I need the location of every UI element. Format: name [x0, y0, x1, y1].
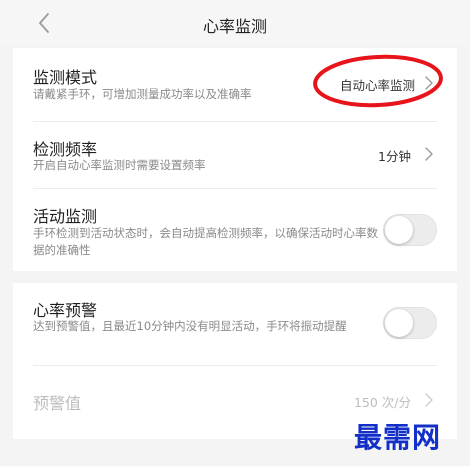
chevron-right-icon: [425, 393, 433, 407]
threshold-title: 预警值: [33, 394, 82, 413]
divider: [33, 121, 437, 122]
mode-title: 监测模式: [33, 68, 98, 87]
toggle-knob: [385, 216, 413, 244]
watermark-logo: 最需网: [354, 421, 442, 454]
activity-row: 活动监测 手环检测到活动状态时，会自动提高检测频率，以确保活动时心率数据的准确性: [13, 189, 457, 271]
frequency-description: 开启自动心率监测时需要设置频率: [33, 158, 206, 172]
page-title: 心率监测: [202, 17, 267, 36]
toggle-knob: [385, 309, 413, 337]
activity-toggle[interactable]: [383, 214, 437, 246]
chevron-right-icon: [425, 147, 433, 161]
nav-bar: 心率监测: [0, 0, 470, 46]
threshold-value: 150 次/分: [353, 395, 411, 410]
activity-description: 手环检测到活动状态时，会自动提高检测频率，以确保活动时心率数据的准确性: [33, 226, 378, 257]
red-ellipse-annotation: [313, 54, 443, 108]
frequency-row[interactable]: 检测频率 开启自动心率监测时需要设置频率 1分钟: [13, 123, 457, 187]
alert-row: 心率预警 达到预警值，且最近10分钟内没有明显活动，手环将振动提醒: [13, 283, 457, 365]
alert-description: 达到预警值，且最近10分钟内没有明显活动，手环将振动提醒: [33, 319, 347, 333]
mode-description: 请戴紧手环，可增加测量成功率以及准确率: [33, 87, 252, 101]
frequency-value: 1分钟: [378, 149, 411, 164]
alert-toggle[interactable]: [383, 307, 437, 339]
activity-title: 活动监测: [33, 207, 98, 226]
